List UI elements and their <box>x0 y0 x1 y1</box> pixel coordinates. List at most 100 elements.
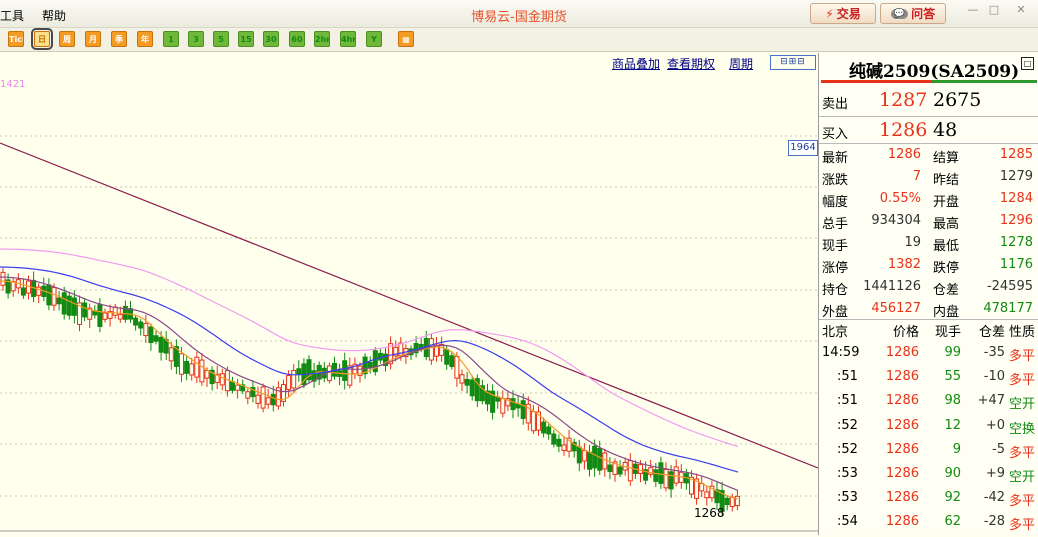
tick-oi-change: +9 <box>985 466 1005 481</box>
stat-value: 456127 <box>871 301 921 316</box>
tick-price: 1286 <box>885 490 919 506</box>
tick-time: :53 <box>837 490 858 506</box>
candle-body <box>342 360 348 381</box>
candle-body <box>148 326 154 344</box>
stat-row: 涨跌 7 昨结 1279 <box>819 167 1038 189</box>
bid-row: 买入 1286 48 <box>819 117 1038 145</box>
candle-body <box>663 468 669 489</box>
kline-chart[interactable]: 1421 商品叠加 查看期权 周期 ⊟⊞⊟ 1964 1268 <box>0 53 818 535</box>
candle-body <box>673 466 679 484</box>
ticks-header-oi: 仓差 <box>978 325 1005 340</box>
period-15min[interactable]: 15 <box>238 31 254 47</box>
period-5min[interactable]: 5 <box>213 31 229 47</box>
trade-button[interactable]: ⚡ 交易 <box>810 3 876 24</box>
tick-row: :53 1286 92 -42 多平 <box>819 489 1038 513</box>
candle-body <box>158 336 164 353</box>
period-quarter[interactable]: 季 <box>111 31 127 47</box>
period-2hr[interactable]: 2hr <box>314 31 330 47</box>
period-week[interactable]: 周 <box>59 31 75 47</box>
stat-label: 涨停 <box>822 261 849 276</box>
view-options-link[interactable]: 查看期权 <box>667 55 715 72</box>
tick-time: :51 <box>837 369 858 385</box>
tick-volume: 62 <box>944 514 961 530</box>
stat-row: 外盘 456127 内盘 478177 <box>819 299 1038 321</box>
period-day[interactable]: 日 <box>31 28 53 50</box>
tick-oi-change: -5 <box>992 441 1005 457</box>
stat-value: 1285 <box>999 147 1033 162</box>
tick-price: 1286 <box>885 441 919 457</box>
menu-tools[interactable]: 工具 <box>0 7 24 24</box>
ma-line-blue <box>0 266 739 473</box>
candle-body <box>20 287 26 296</box>
panel-toggle-icon[interactable]: □ <box>1021 57 1034 70</box>
candle-body <box>260 386 266 409</box>
candle-body <box>546 426 552 435</box>
tick-volume: 92 <box>944 490 961 506</box>
candle-body <box>204 370 210 379</box>
period-tick[interactable]: Tick <box>8 31 24 47</box>
tick-volume: 99 <box>944 345 961 360</box>
maximize-icon[interactable]: □ <box>985 3 1003 17</box>
candle-body <box>668 471 674 490</box>
chat-bubble-icon: 💬 <box>890 8 909 19</box>
stat-value: 1279 <box>999 169 1033 184</box>
period-custom[interactable]: Y <box>366 31 382 47</box>
tick-row: :52 1286 9 -5 多平 <box>819 441 1038 465</box>
tick-volume: 55 <box>944 369 961 385</box>
candle-body <box>704 491 710 499</box>
candle-body <box>230 381 235 391</box>
candle-body <box>112 306 118 316</box>
period-1min[interactable]: 1 <box>163 31 179 47</box>
tick-price: 1286 <box>885 417 919 433</box>
candle-body <box>541 421 547 434</box>
stat-label: 最新 <box>822 151 849 166</box>
candle-body <box>265 397 271 405</box>
layout-switch-icon[interactable]: ⊟⊞⊟ <box>770 55 816 70</box>
tick-volume: 90 <box>944 466 961 481</box>
candle-body <box>97 304 103 327</box>
stat-label: 现手 <box>822 239 849 254</box>
candle-body <box>61 292 67 315</box>
tick-oi-change: +47 <box>977 393 1005 409</box>
candle-body <box>597 447 603 471</box>
period-30min[interactable]: 30 <box>263 31 279 47</box>
period-60min[interactable]: 60 <box>289 31 305 47</box>
period-link[interactable]: 周期 <box>729 55 753 72</box>
candle-body <box>0 271 6 286</box>
period-4hr[interactable]: 4hr <box>340 31 356 47</box>
tick-oi-change: +0 <box>985 417 1005 433</box>
candle-body <box>71 297 77 316</box>
candle-body <box>510 398 516 411</box>
tick-row: :52 1286 12 +0 空换 <box>819 417 1038 441</box>
period-3min[interactable]: 3 <box>188 31 204 47</box>
ask-volume: 2675 <box>933 89 982 111</box>
stat-value: 1441126 <box>863 279 921 294</box>
tick-oi-change: -42 <box>983 490 1005 506</box>
candle-body <box>658 462 664 484</box>
stat-label: 跌停 <box>933 261 960 276</box>
commodity-overlay-link[interactable]: 商品叠加 <box>612 55 660 72</box>
title-bar: 工具 帮助 博易云-国金期货 ⚡ 交易 💬 问答 — □ ✕ <box>0 0 1038 28</box>
tick-price: 1286 <box>885 369 919 385</box>
stat-value: 1176 <box>999 257 1033 272</box>
menu-help[interactable]: 帮助 <box>42 7 66 24</box>
trade-button-label: 交易 <box>836 7 861 21</box>
candle-body <box>194 356 200 378</box>
period-month[interactable]: 月 <box>85 31 101 47</box>
qa-button-label: 问答 <box>911 7 936 21</box>
tick-nature: 多平 <box>1009 518 1036 534</box>
candle-body <box>449 355 455 368</box>
tick-price: 1286 <box>885 393 919 409</box>
period-year[interactable]: 年 <box>137 31 153 47</box>
minimize-icon[interactable]: — <box>964 3 982 17</box>
tick-nature: 多平 <box>1009 373 1036 389</box>
qa-button[interactable]: 💬 问答 <box>880 3 946 24</box>
tick-row: 14:59 1286 99 -35 多平 <box>819 344 1038 368</box>
candle-body <box>464 378 470 386</box>
candle-body <box>454 356 460 379</box>
tick-oi-change: -35 <box>983 345 1005 360</box>
close-icon[interactable]: ✕ <box>1012 3 1030 17</box>
ask-price: 1287 <box>879 89 928 111</box>
candle-body <box>168 347 174 362</box>
calendar-icon[interactable]: ▦ <box>398 31 414 47</box>
